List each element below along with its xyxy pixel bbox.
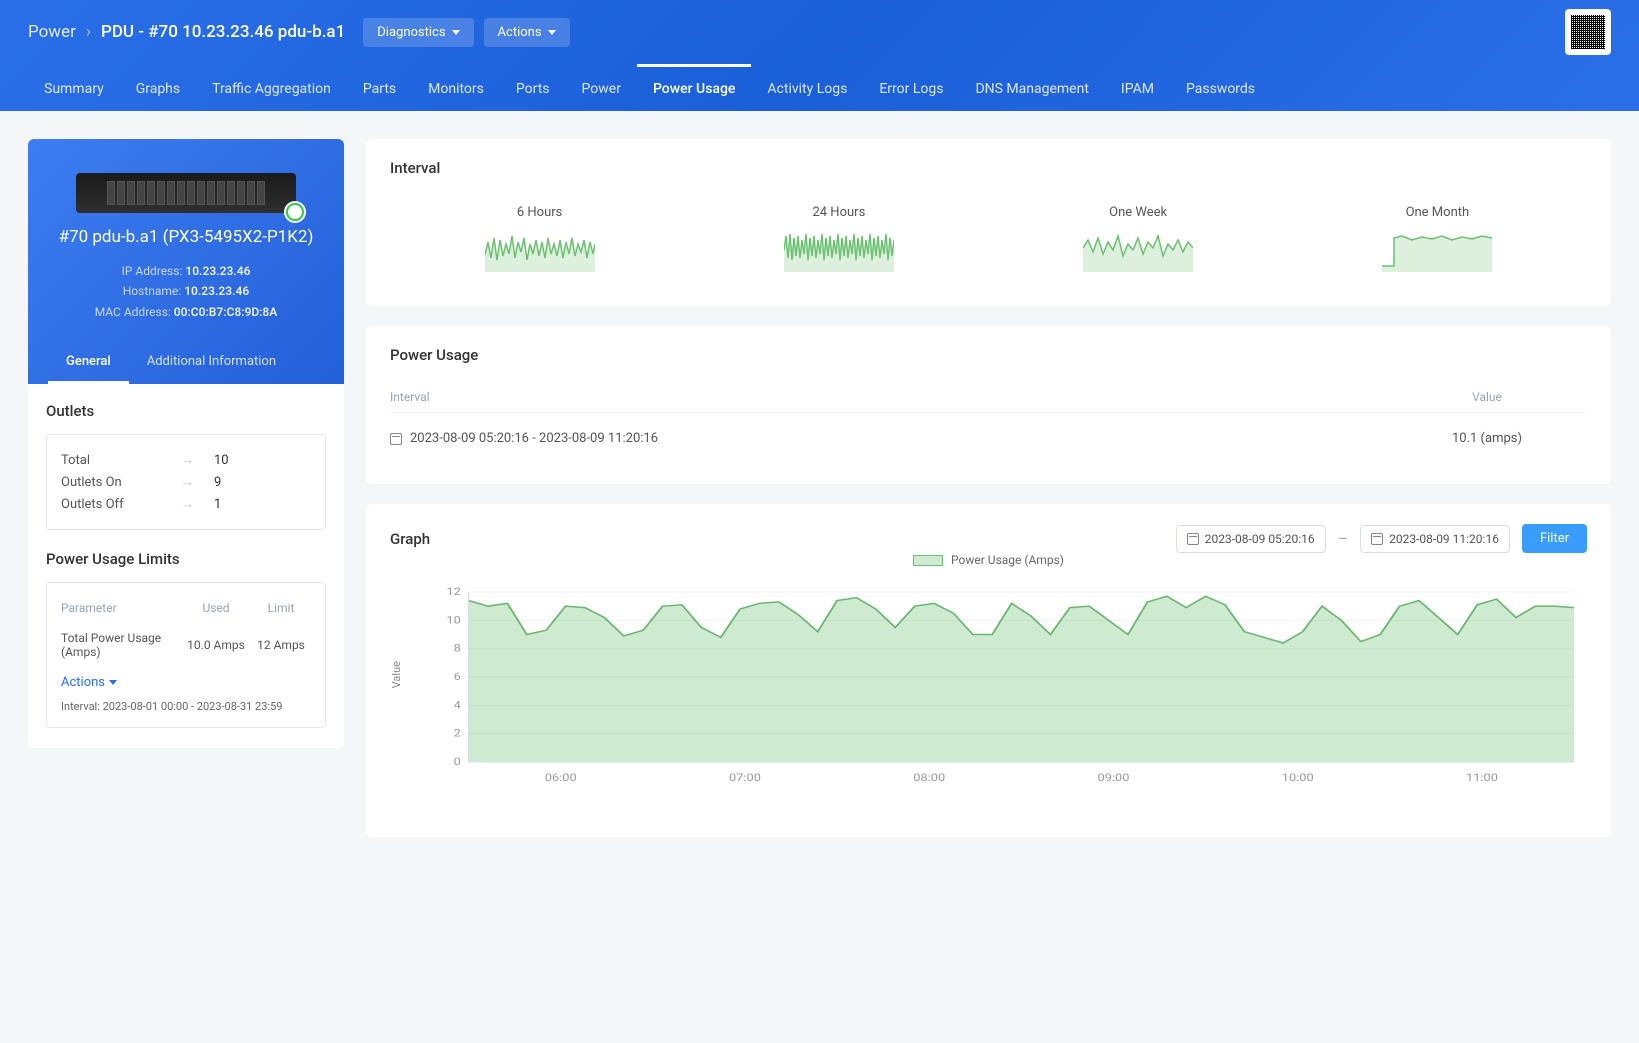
chevron-down-icon (452, 30, 460, 35)
chevron-down-icon (548, 30, 556, 35)
tab-dns-management[interactable]: DNS Management (959, 64, 1104, 111)
interval-heading: Interval (390, 159, 1587, 177)
date-to-input[interactable]: 2023-08-09 11:20:16 (1360, 525, 1510, 553)
breadcrumb-current: PDU - #70 10.23.23.46 pdu-b.a1 (101, 22, 345, 42)
outlets-heading: Outlets (46, 402, 326, 420)
outlet-row-total: Total→10 (61, 449, 311, 471)
svg-text:12: 12 (446, 587, 461, 598)
main-tabs: SummaryGraphsTraffic AggregationPartsMon… (0, 64, 1639, 111)
sparkline-icon (1083, 230, 1193, 272)
tab-power[interactable]: Power (566, 64, 637, 111)
device-meta: IP Address: 10.23.23.46 Hostname: 10.23.… (48, 261, 324, 342)
pu-row: 2023-08-09 05:20:16 - 2023-08-09 11:20:1… (390, 413, 1587, 464)
limits-box: Parameter Used Limit Total Power Usage (… (46, 582, 326, 728)
calendar-icon (1371, 533, 1383, 545)
outlets-box: Total→10 Outlets On→9 Outlets Off→1 (46, 434, 326, 530)
tab-additional-info[interactable]: Additional Information (129, 342, 294, 384)
svg-text:8: 8 (454, 642, 461, 654)
chevron-down-icon (109, 680, 117, 685)
chevron-right-icon: › (86, 22, 91, 42)
device-title: #70 pdu-b.a1 (PX3-5495X2-P1K2) (48, 227, 324, 247)
limits-col-used: Used (181, 601, 251, 615)
chart-legend: Power Usage (Amps) (390, 553, 1587, 567)
qr-code[interactable] (1565, 9, 1611, 55)
tab-ports[interactable]: Ports (500, 64, 566, 111)
outlet-row-off: Outlets Off→1 (61, 493, 311, 515)
calendar-icon (390, 433, 402, 445)
svg-text:08:00: 08:00 (913, 771, 945, 783)
limits-row: Total Power Usage (Amps) 10.0 Amps 12 Am… (61, 625, 311, 665)
legend-swatch-icon (913, 555, 943, 566)
tab-activity-logs[interactable]: Activity Logs (751, 64, 863, 111)
sparkline-icon (1382, 230, 1492, 272)
tab-monitors[interactable]: Monitors (412, 64, 500, 111)
power-usage-panel: Power Usage Interval Value 2023-08-09 05… (366, 326, 1611, 484)
graph-heading: Graph (390, 530, 1164, 548)
svg-text:4: 4 (454, 699, 462, 711)
diagnostics-button[interactable]: Diagnostics (363, 18, 473, 47)
diagnostics-label: Diagnostics (377, 25, 445, 40)
limits-actions-button[interactable]: Actions (61, 675, 117, 690)
y-axis-label: Value (390, 661, 403, 688)
power-usage-chart: 0 2 4 6 8 10 12 06:00 07:00 08:00 09:00 10:00 11:00 (430, 587, 1587, 787)
limits-col-parameter: Parameter (61, 601, 181, 615)
calendar-icon (1187, 533, 1199, 545)
tab-passwords[interactable]: Passwords (1170, 64, 1271, 111)
interval-24-hours[interactable]: 24 Hours (784, 205, 894, 276)
interval-label: One Month (1382, 205, 1492, 220)
filter-button[interactable]: Filter (1522, 524, 1587, 553)
limits-interval-note: Interval: 2023-08-01 00:00 - 2023-08-31 … (61, 700, 311, 713)
svg-text:06:00: 06:00 (545, 771, 577, 783)
sparkline-icon (784, 230, 894, 272)
tab-graphs[interactable]: Graphs (120, 64, 196, 111)
power-usage-heading: Power Usage (390, 346, 1587, 364)
arrow-right-icon: → (181, 474, 194, 490)
svg-text:0: 0 (454, 755, 461, 767)
date-from-input[interactable]: 2023-08-09 05:20:16 (1176, 525, 1326, 553)
tab-error-logs[interactable]: Error Logs (863, 64, 959, 111)
interval-one-week[interactable]: One Week (1083, 205, 1193, 276)
svg-text:10: 10 (446, 614, 460, 626)
pu-col-value: Value (1387, 390, 1587, 404)
tab-ipam[interactable]: IPAM (1105, 64, 1170, 111)
svg-text:07:00: 07:00 (729, 771, 761, 783)
arrow-right-icon: → (181, 496, 194, 512)
pu-col-interval: Interval (390, 390, 1387, 404)
actions-label: Actions (498, 25, 542, 40)
limits-heading: Power Usage Limits (46, 550, 326, 568)
svg-text:2: 2 (454, 727, 462, 739)
top-bar: Power › PDU - #70 10.23.23.46 pdu-b.a1 D… (0, 0, 1639, 111)
device-hero: #70 pdu-b.a1 (PX3-5495X2-P1K2) IP Addres… (28, 139, 344, 384)
date-separator: – (1338, 529, 1349, 548)
svg-text:10:00: 10:00 (1282, 771, 1314, 783)
tab-general[interactable]: General (48, 342, 129, 384)
limits-col-limit: Limit (251, 601, 311, 615)
graph-panel: Graph 2023-08-09 05:20:16 – 2023-08-09 1… (366, 504, 1611, 837)
actions-button[interactable]: Actions (484, 18, 570, 47)
tab-summary[interactable]: Summary (28, 64, 120, 111)
svg-text:6: 6 (454, 670, 461, 682)
svg-text:11:00: 11:00 (1466, 771, 1498, 783)
breadcrumb: Power › PDU - #70 10.23.23.46 pdu-b.a1 D… (28, 18, 1565, 47)
tab-power-usage[interactable]: Power Usage (637, 64, 751, 111)
status-online-icon (284, 201, 306, 223)
svg-text:09:00: 09:00 (1098, 771, 1130, 783)
breadcrumb-root[interactable]: Power (28, 22, 76, 42)
interval-label: One Week (1083, 205, 1193, 220)
outlet-row-on: Outlets On→9 (61, 471, 311, 493)
interval-panel: Interval 6 Hours 24 Hours One Week One M… (366, 139, 1611, 306)
tab-parts[interactable]: Parts (347, 64, 412, 111)
interval-label: 6 Hours (485, 205, 595, 220)
interval-label: 24 Hours (784, 205, 894, 220)
device-image (76, 173, 296, 213)
interval-6-hours[interactable]: 6 Hours (485, 205, 595, 276)
arrow-right-icon: → (181, 452, 194, 468)
interval-one-month[interactable]: One Month (1382, 205, 1492, 276)
tab-traffic-aggregation[interactable]: Traffic Aggregation (196, 64, 347, 111)
sparkline-icon (485, 230, 595, 272)
